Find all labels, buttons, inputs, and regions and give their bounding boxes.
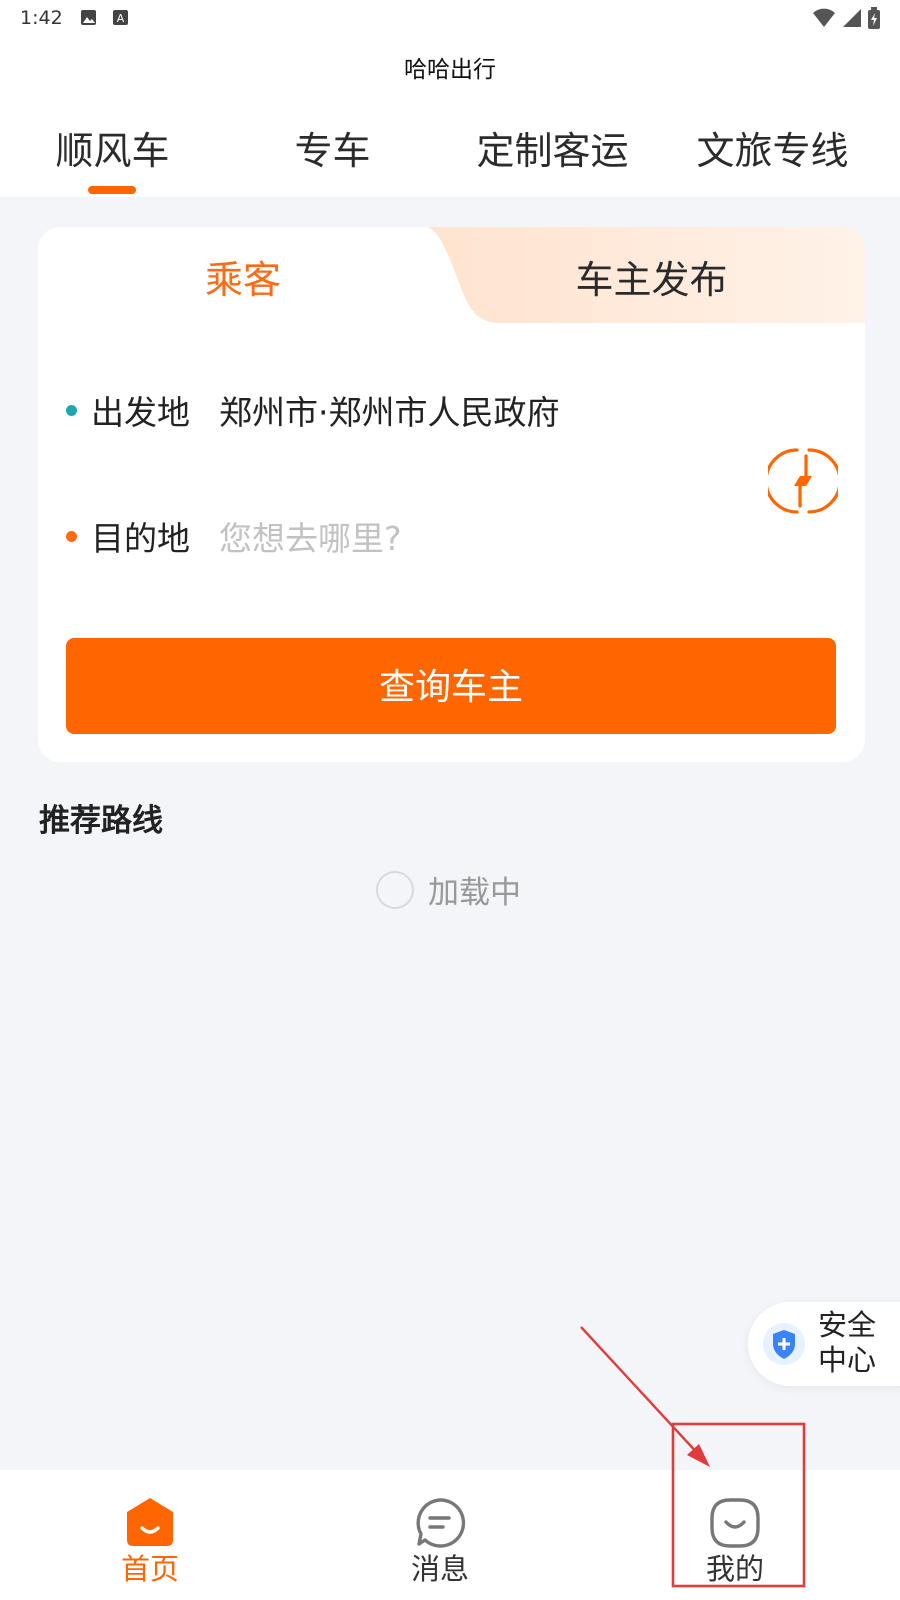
safety-center-button[interactable]: 安全 中心 [748,1302,900,1386]
destination-label: 目的地 [91,519,190,558]
top-header: 1:42 A 哈哈出行 顺风车 专车 定制客运 文旅专线 [0,0,900,197]
safety-center-line2: 中心 [818,1343,877,1377]
loading-text: 加载中 [428,875,521,911]
tab-hitch-ride[interactable]: 顺风车 [0,120,225,175]
status-bar: 1:42 A [0,0,900,36]
annotation-arrow-head [687,1444,710,1467]
home-smile-icon [127,1498,173,1546]
origin-dot [66,404,77,416]
battery-icon [868,7,880,29]
shield-icon [763,1323,805,1365]
status-indicators [812,7,880,29]
loading-indicator: 加载中 [376,867,521,912]
active-tab-indicator [88,186,136,194]
origin-value[interactable]: 郑州市·郑州市人民政府 [219,386,560,434]
origin-row[interactable]: 出发地 郑州市·郑州市人民政府 [66,385,560,435]
query-driver-button[interactable]: 查询车主 [66,638,836,734]
bottom-navigation: 首页 消息 我的 [0,1470,900,1600]
nav-item-mine[interactable]: 我的 [585,1470,885,1600]
destination-row[interactable]: 目的地 您想去哪里? [66,511,402,561]
svg-text:A: A [117,12,125,25]
status-time: 1:42 [20,7,63,29]
destination-input[interactable]: 您想去哪里? [219,512,402,560]
booking-card: 乘客 车主发布 出发地 郑州市·郑州市人民政府 目的地 您想去哪里? 查询车主 [38,227,865,762]
nav-label-mine: 我的 [705,1552,764,1586]
app-notification-icon: A [113,10,128,25]
safety-center-label: 安全 中心 [818,1308,898,1378]
tab-private-car[interactable]: 专车 [220,120,445,175]
message-icon [416,1498,466,1548]
service-tabs: 顺风车 专车 定制客运 文旅专线 [0,120,900,195]
tab-tourism-line[interactable]: 文旅专线 [660,120,885,175]
nav-item-messages[interactable]: 消息 [290,1470,590,1600]
annotation-arrow-line [580,1326,701,1457]
role-tab-passenger[interactable]: 乘客 [38,249,448,304]
gallery-notification-icon [81,10,96,25]
profile-smile-icon [710,1498,760,1548]
origin-label: 出发地 [91,393,190,432]
tab-custom-transport[interactable]: 定制客运 [440,120,665,175]
swap-locations-icon[interactable] [768,446,838,516]
safety-center-line1: 安全 [818,1308,877,1342]
loading-spinner-icon [376,870,414,909]
nav-item-home[interactable]: 首页 [0,1470,300,1600]
nav-label-home: 首页 [120,1552,179,1586]
cellular-signal-icon [843,9,861,27]
nav-label-messages: 消息 [410,1552,469,1586]
recommended-routes-title: 推荐路线 [39,803,163,839]
role-tab-driver-publish[interactable]: 车主发布 [438,249,865,304]
wifi-icon [813,8,835,27]
app-title: 哈哈出行 [404,57,496,83]
destination-dot [66,530,77,542]
